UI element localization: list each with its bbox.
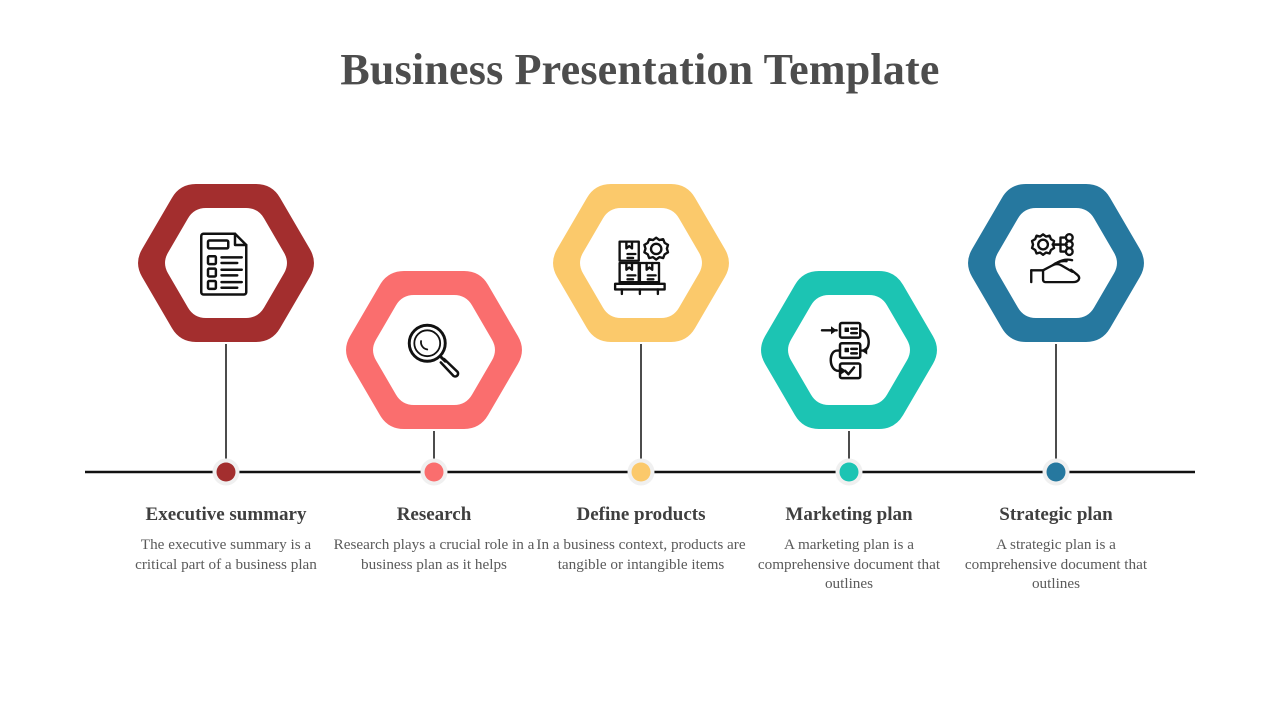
timeline-dot-research[interactable] xyxy=(424,462,444,482)
step-description-marketing-plan: A marketing plan is a comprehensive docu… xyxy=(757,535,941,593)
step-caption-marketing-plan: Marketing plan A marketing plan is a com… xyxy=(743,503,955,594)
step-caption-strategic-plan: Strategic plan A strategic plan is a com… xyxy=(950,503,1162,594)
timeline-dot-ring-strategic-plan xyxy=(1042,458,1070,486)
timeline-dot-ring-define-products xyxy=(627,458,655,486)
step-title-marketing-plan: Marketing plan xyxy=(785,504,913,525)
step-description-executive-summary: The executive summary is a critical part… xyxy=(135,535,317,573)
hexagon-node-executive-summary[interactable] xyxy=(128,178,324,348)
timeline-dot-strategic-plan[interactable] xyxy=(1046,462,1066,482)
timeline-axis-layer xyxy=(85,344,1195,486)
step-description-strategic-plan: A strategic plan is a comprehensive docu… xyxy=(964,535,1148,593)
document-checklist-icon xyxy=(190,227,262,299)
timeline-dot-define-products[interactable] xyxy=(631,462,651,482)
step-description-research: Research plays a crucial role in a busin… xyxy=(333,535,535,573)
hexagon-node-define-products[interactable] xyxy=(543,178,739,348)
hexagon-node-strategic-plan[interactable] xyxy=(958,178,1154,348)
step-description-define-products: In a business context, products are tang… xyxy=(536,535,746,573)
boxes-pallet-gear-icon xyxy=(605,227,677,299)
magnifying-glass-icon xyxy=(398,314,470,386)
hexagon-node-research[interactable] xyxy=(336,265,532,435)
hexagon-node-marketing-plan[interactable] xyxy=(751,265,947,435)
step-title-research: Research xyxy=(396,504,472,525)
timeline-diagram: Executive summary The executive summary … xyxy=(0,0,1280,720)
hand-gear-network-icon xyxy=(1020,227,1092,299)
step-caption-define-products: Define products In a business context, p… xyxy=(535,503,747,574)
step-caption-research: Research Research plays a crucial role i… xyxy=(328,503,540,574)
timeline-dot-marketing-plan[interactable] xyxy=(839,462,859,482)
step-title-strategic-plan: Strategic plan xyxy=(999,504,1113,525)
timeline-dot-executive-summary[interactable] xyxy=(216,462,236,482)
step-caption-executive-summary: Executive summary The executive summary … xyxy=(120,503,332,574)
timeline-dot-ring-marketing-plan xyxy=(835,458,863,486)
step-title-executive-summary: Executive summary xyxy=(145,504,307,525)
timeline-dot-ring-research xyxy=(420,458,448,486)
workflow-process-icon xyxy=(813,314,885,386)
timeline-dot-ring-executive-summary xyxy=(212,458,240,486)
step-title-define-products: Define products xyxy=(576,504,706,525)
